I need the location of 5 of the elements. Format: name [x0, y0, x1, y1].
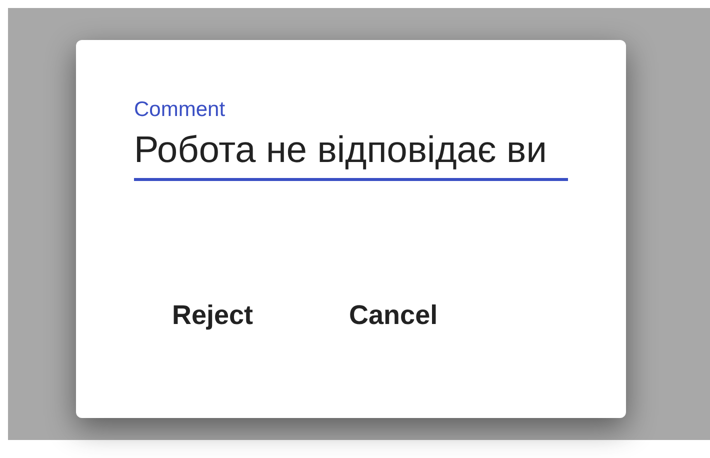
comment-field[interactable]: Comment Робота не відповідає ви	[134, 98, 568, 181]
cancel-button[interactable]: Cancel	[331, 289, 456, 342]
field-value: Робота не відповідає ви	[134, 128, 547, 172]
reject-button[interactable]: Reject	[154, 289, 272, 342]
field-label: Comment	[134, 98, 226, 122]
